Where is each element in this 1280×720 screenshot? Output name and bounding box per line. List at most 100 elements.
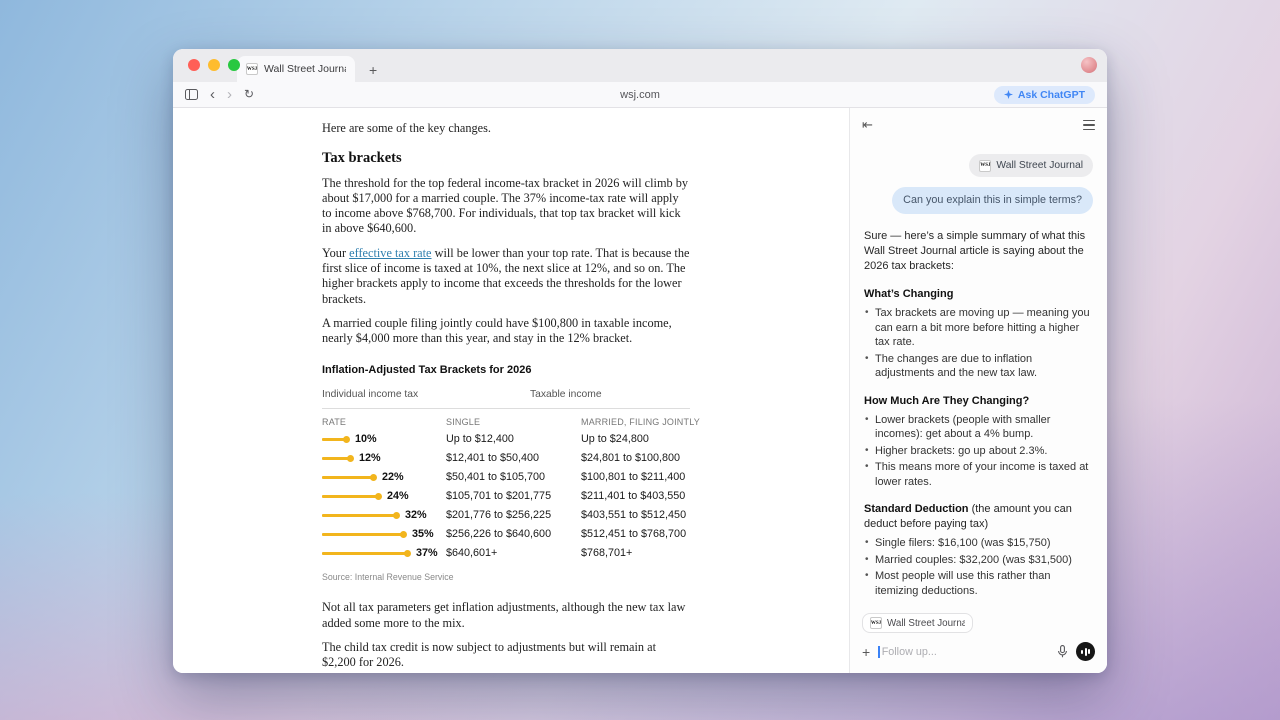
- rate-bar-dot: [400, 531, 407, 538]
- rate-bar: [322, 438, 345, 441]
- married-range: Up to $24,800: [581, 432, 690, 447]
- assistant-intro: Sure — here’s a simple summary of what t…: [864, 229, 1093, 274]
- chatgpt-sidebar: ⇤ WSJ Wall Street Journal Can you explai…: [849, 108, 1107, 673]
- tab-wall-street-journal[interactable]: WSJ Wall Street Journal: [237, 56, 355, 82]
- browser-window: WSJ Wall Street Journal + ‹ › ↻ wsj.com …: [173, 49, 1107, 673]
- rate-label: 12%: [359, 451, 381, 466]
- wsj-chip-icon: WSJ: [979, 160, 991, 172]
- rate-bar: [322, 514, 395, 517]
- address-bar[interactable]: wsj.com: [620, 89, 660, 101]
- rate-bar-dot: [370, 474, 377, 481]
- article-paragraph: Not all tax parameters get inflation adj…: [322, 600, 690, 631]
- tab-title: Wall Street Journal: [264, 63, 346, 75]
- back-button[interactable]: ‹: [210, 87, 215, 102]
- rate-bar-dot: [347, 455, 354, 462]
- tax-bracket-rows: 10%Up to $12,400Up to $24,800 12% $12,401 …: [322, 430, 690, 563]
- assistant-bullet: Lower brackets (people with smaller inco…: [864, 413, 1093, 442]
- married-range: $403,551 to $512,450: [581, 508, 690, 523]
- assistant-section: How Much Are They Changing? Lower bracket…: [864, 394, 1093, 490]
- context-chip-wsj[interactable]: WSJ Wall Street Journal: [969, 154, 1093, 177]
- browser-toolbar: ‹ › ↻ wsj.com Ask ChatGPT: [173, 82, 1107, 108]
- rate-label: 35%: [412, 527, 434, 542]
- chatgpt-spark-icon: [1004, 90, 1013, 99]
- assistant-bullet: This means more of your income is taxed …: [864, 460, 1093, 489]
- tax-bracket-row: 35% $256,226 to $640,600$512,451 to $768,…: [322, 525, 690, 544]
- rate-bar: [322, 533, 402, 536]
- reload-button[interactable]: ↻: [244, 87, 254, 102]
- sidebar-header: ⇤: [850, 108, 1107, 142]
- article-paragraph: A married couple filing jointly could ha…: [322, 316, 690, 347]
- tax-bracket-row: 32% $201,776 to $256,225$403,551 to $512,…: [322, 506, 690, 525]
- rate-label: 32%: [405, 508, 427, 523]
- new-tab-button[interactable]: +: [365, 63, 381, 77]
- chart-group-labels: Individual income tax Taxable income: [322, 387, 690, 409]
- voice-mode-button[interactable]: [1076, 642, 1095, 661]
- article-intro: Here are some of the key changes.: [322, 121, 690, 136]
- married-range: $512,451 to $768,700: [581, 527, 690, 542]
- microphone-icon[interactable]: [1057, 645, 1068, 658]
- collapse-panel-icon[interactable]: ⇤: [862, 117, 873, 133]
- single-range: $640,601+: [446, 546, 581, 561]
- married-range: $100,801 to $211,400: [581, 470, 690, 485]
- chart-title: Inflation-Adjusted Tax Brackets for 2026: [322, 363, 690, 378]
- tax-brackets-chart: Inflation-Adjusted Tax Brackets for 2026…: [322, 363, 690, 586]
- single-range: $256,226 to $640,600: [446, 527, 581, 542]
- single-range: $12,401 to $50,400: [446, 451, 581, 466]
- ask-chatgpt-button[interactable]: Ask ChatGPT: [994, 86, 1095, 104]
- rate-bar-dot: [404, 550, 411, 557]
- close-window-button[interactable]: [188, 59, 200, 71]
- rate-bar-dot: [393, 512, 400, 519]
- assistant-section-heading: What’s Changing: [864, 287, 1093, 302]
- forward-button[interactable]: ›: [227, 87, 232, 102]
- assistant-bullet: Higher brackets: go up about 2.3%.: [864, 444, 1093, 459]
- article-paragraph: Your effective tax rate will be lower th…: [322, 246, 690, 307]
- assistant-sections: What’s Changing Tax brackets are moving u…: [864, 287, 1093, 604]
- tax-bracket-row: 22% $50,401 to $105,700$100,801 to $211,4…: [322, 468, 690, 487]
- article-pane: Here are some of the key changes. Tax br…: [173, 108, 849, 673]
- followup-input[interactable]: Follow up...: [878, 646, 1049, 658]
- assistant-bullet: The changes are due to inflation adjustm…: [864, 352, 1093, 381]
- attach-plus-button[interactable]: +: [862, 645, 870, 659]
- composer-context-chip[interactable]: WSJ Wall Street Journal: [862, 613, 973, 633]
- effective-tax-rate-link[interactable]: effective tax rate: [349, 246, 431, 260]
- assistant-bullet: Single filers: $16,100 (was $15,750): [864, 536, 1093, 551]
- profile-avatar[interactable]: [1081, 57, 1097, 73]
- rate-bar: [322, 495, 377, 498]
- rate-bar: [322, 457, 349, 460]
- article-paragraph: The threshold for the top federal income…: [322, 176, 690, 237]
- married-range: $24,801 to $100,800: [581, 451, 690, 466]
- sidebar-toggle-icon[interactable]: [185, 89, 198, 100]
- user-message: Can you explain this in simple terms?: [892, 187, 1093, 214]
- tax-bracket-row: 24%$105,701 to $201,775$211,401 to $403,…: [322, 487, 690, 506]
- article-paragraph: The child tax credit is now subject to a…: [322, 640, 690, 671]
- married-range: $768,701+: [581, 546, 690, 561]
- rate-bar: [322, 552, 406, 555]
- menu-icon[interactable]: [1083, 120, 1095, 130]
- assistant-bullet: Married couples: $32,200 (was $31,500): [864, 553, 1093, 568]
- assistant-section: Standard Deduction (the amount you can d…: [864, 502, 1093, 598]
- single-range: $201,776 to $256,225: [446, 508, 581, 523]
- single-range: Up to $12,400: [446, 432, 581, 447]
- rate-bar-dot: [343, 436, 350, 443]
- tax-bracket-row: 37%$640,601+$768,701+: [322, 544, 690, 563]
- tax-bracket-row: 10%Up to $12,400Up to $24,800: [322, 430, 690, 449]
- single-range: $50,401 to $105,700: [446, 470, 581, 485]
- titlebar: WSJ Wall Street Journal +: [173, 49, 1107, 82]
- wsj-chip-icon: WSJ: [870, 617, 882, 629]
- rate-bar-dot: [375, 493, 382, 500]
- married-range: $211,401 to $403,550: [581, 489, 690, 504]
- assistant-bullet: Most people will use this rather than it…: [864, 569, 1093, 598]
- minimize-window-button[interactable]: [208, 59, 220, 71]
- chart-source: Source: Internal Revenue Service: [322, 570, 690, 585]
- traffic-lights: [188, 59, 240, 71]
- assistant-bullet: Tax brackets are moving up — meaning you…: [864, 306, 1093, 350]
- rate-label: 22%: [382, 470, 404, 485]
- assistant-section-heading: How Much Are They Changing?: [864, 394, 1093, 409]
- assistant-section: What’s Changing Tax brackets are moving u…: [864, 287, 1093, 381]
- composer: WSJ Wall Street Journal + Follow up...: [850, 604, 1107, 674]
- single-range: $105,701 to $201,775: [446, 489, 581, 504]
- section-heading-tax-brackets: Tax brackets: [322, 151, 690, 166]
- zoom-window-button[interactable]: [228, 59, 240, 71]
- wsj-favicon-icon: WSJ: [246, 63, 258, 75]
- chat-thread: WSJ Wall Street Journal Can you explain …: [850, 142, 1107, 604]
